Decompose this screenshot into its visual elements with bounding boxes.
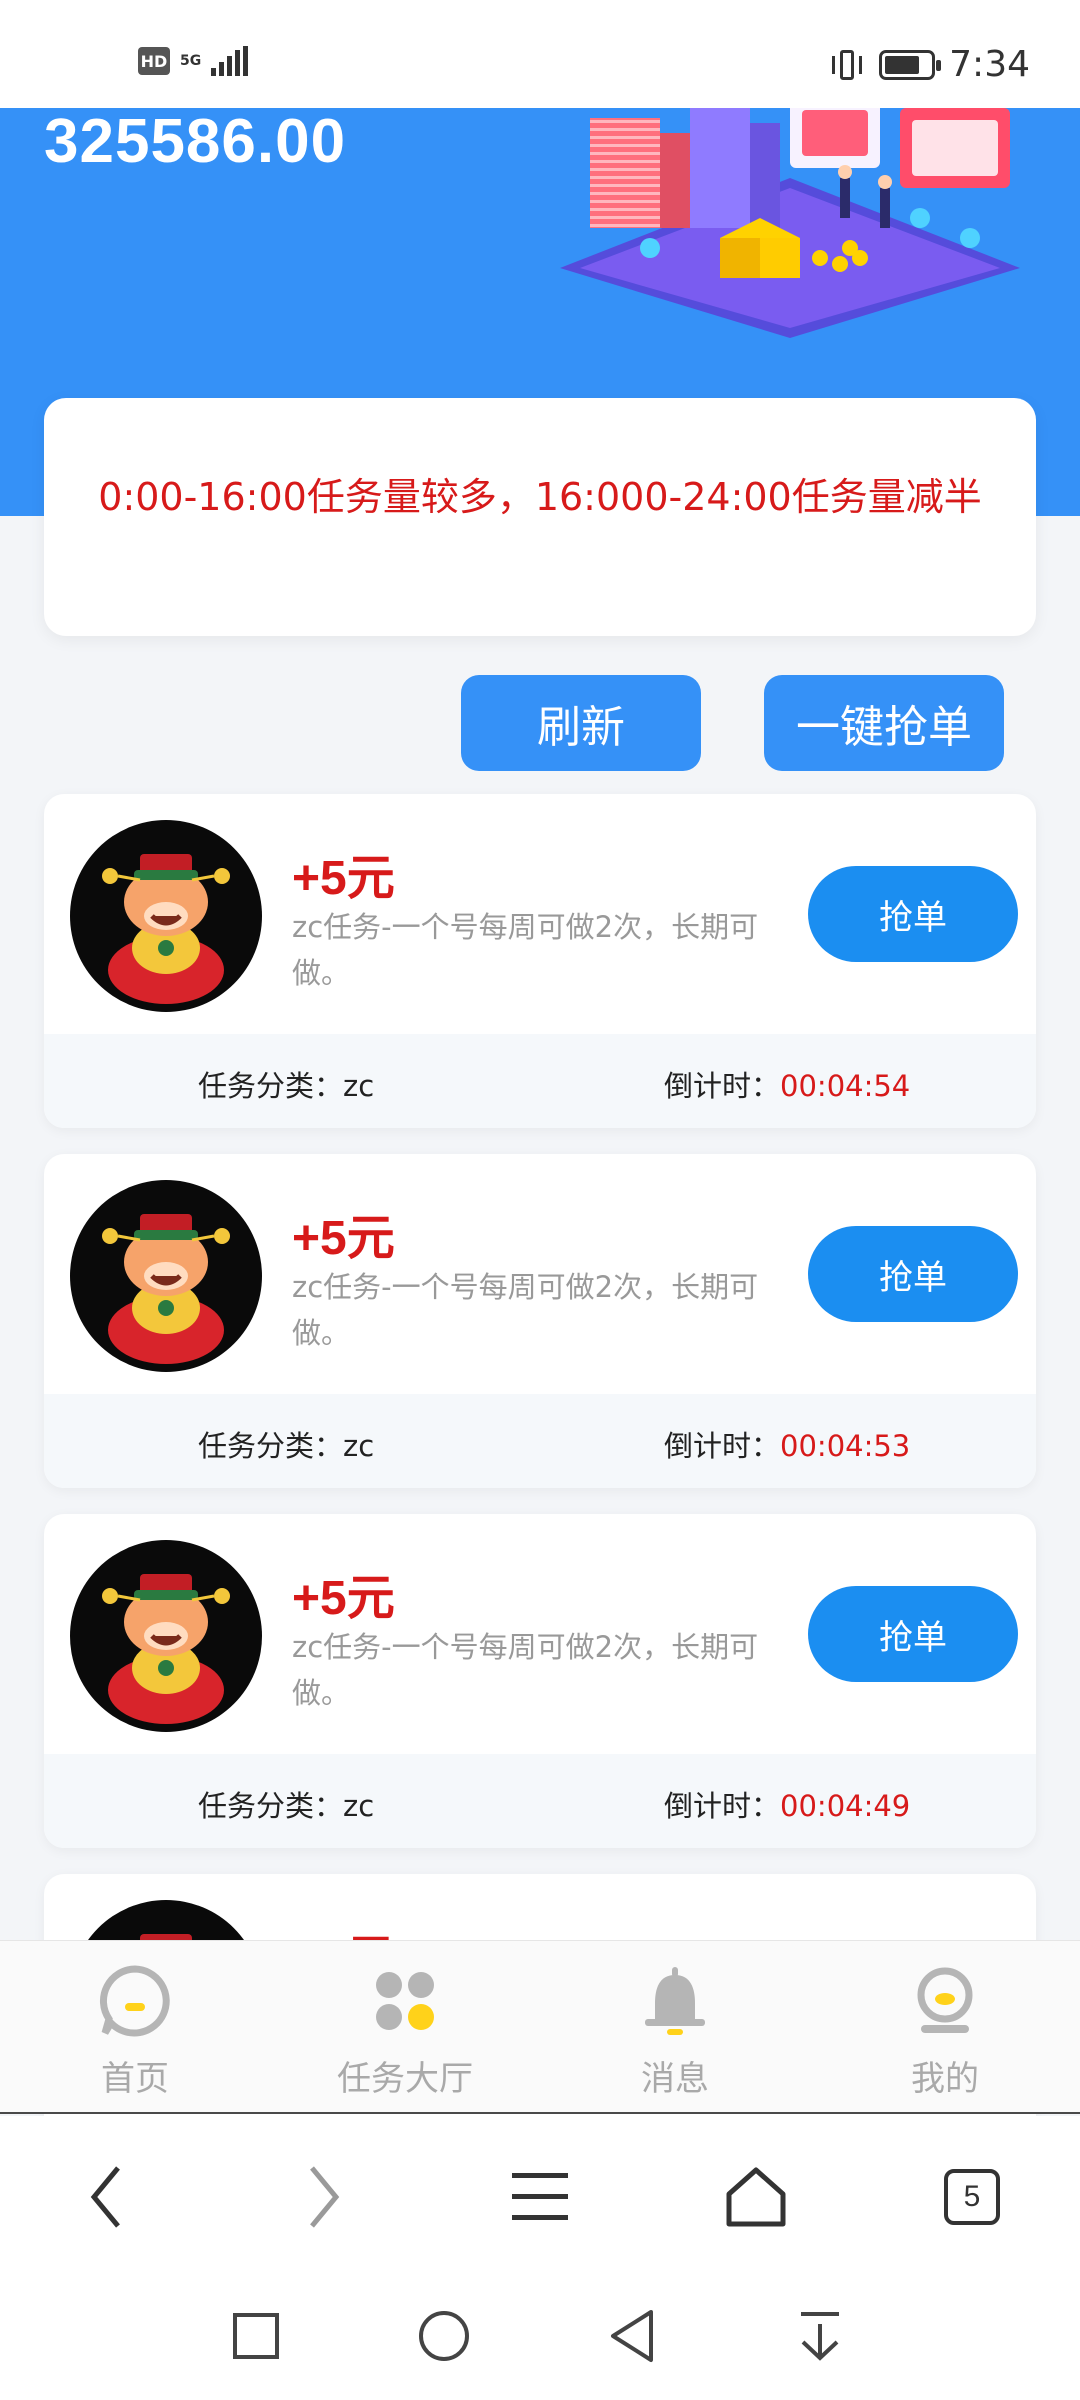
chevron-right-icon: [310, 2166, 340, 2228]
menu-button[interactable]: [500, 2162, 580, 2232]
task-reward: +5元: [292, 1212, 395, 1265]
task-avatar: [70, 1180, 262, 1372]
task-countdown: 倒计时：00:04:53: [664, 1423, 910, 1465]
tab-count-badge: 5: [944, 2169, 1000, 2225]
category-value: zc: [343, 1789, 375, 1823]
tab-messages[interactable]: 消息: [575, 1963, 775, 2100]
system-back-button[interactable]: [600, 2304, 664, 2368]
home-button[interactable]: [716, 2162, 796, 2232]
category-value: zc: [343, 1429, 375, 1463]
task-reward: +5元: [292, 1572, 395, 1625]
notice-text: 0:00-16:00任务量较多，16:000-24:00任务量减半: [98, 475, 982, 519]
system-home-button[interactable]: [412, 2304, 476, 2368]
category-label: 任务分类：: [198, 1429, 344, 1463]
triangle-back-icon: [611, 2310, 653, 2362]
refresh-button[interactable]: 刷新: [461, 675, 701, 771]
chevron-left-icon: [90, 2166, 120, 2228]
grab-task-button[interactable]: 抢单: [808, 1226, 1018, 1322]
task-avatar: [70, 820, 262, 1012]
tab-profile[interactable]: 我的: [845, 1963, 1045, 2100]
ox-mascot-icon: [102, 1214, 230, 1364]
countdown-value: 00:04:54: [780, 1069, 911, 1103]
category-label: 任务分类：: [198, 1069, 344, 1103]
task-card-footer: 任务分类：zc 倒计时：00:04:49: [44, 1754, 1036, 1848]
bottom-tab-bar: 首页 任务大厅 消息 我的: [0, 1940, 1080, 2114]
signal-icon: [211, 46, 249, 76]
task-countdown: 倒计时：00:04:49: [664, 1783, 910, 1825]
task-card-top: +5元 zc任务-一个号每周可做2次，长期可做。 抢单: [44, 1514, 1036, 1754]
countdown-label: 倒计时：: [664, 1429, 781, 1463]
tab-label: 我的: [911, 2059, 979, 2099]
system-navigation-bar: [0, 2276, 1080, 2400]
clock: 7:34: [949, 44, 1030, 85]
task-description: zc任务-一个号每周可做2次，长期可做。: [292, 1270, 759, 1350]
task-description: zc任务-一个号每周可做2次，长期可做。: [292, 910, 759, 990]
square-icon: [233, 2313, 279, 2359]
pulldown-icon: [801, 2312, 839, 2361]
countdown-label: 倒计时：: [664, 1069, 781, 1103]
status-left: HD 5G: [138, 46, 249, 76]
balance-amount: 325586.00: [44, 108, 347, 176]
task-card: +5元 zc任务-一个号每周可做2次，长期可做。 抢单 任务分类：zc 倒计时：…: [44, 1154, 1036, 1488]
countdown-value: 00:04:49: [780, 1789, 911, 1823]
back-button[interactable]: [66, 2162, 146, 2232]
task-countdown: 倒计时：00:04:54: [664, 1063, 910, 1105]
task-card-top: +5元 zc任务-一个号每周可做2次，长期可做。 抢单: [44, 1154, 1036, 1394]
ox-mascot-icon: [102, 854, 230, 1004]
battery-icon: [879, 49, 942, 80]
task-category: 任务分类：zc: [198, 1063, 374, 1105]
tab-label: 消息: [641, 2059, 709, 2099]
task-card: +5元 zc任务-一个号每周可做2次，长期可做。 抢单 任务分类：zc 倒计时：…: [44, 794, 1036, 1128]
tab-label: 任务大厅: [337, 2059, 473, 2099]
status-right: 7:34: [829, 44, 1030, 85]
profile-icon: [907, 1963, 983, 2039]
countdown-value: 00:04:53: [780, 1429, 911, 1463]
forward-button[interactable]: [284, 2162, 364, 2232]
network-type: 5G: [180, 53, 202, 69]
task-card-footer: 任务分类：zc 倒计时：00:04:53: [44, 1394, 1036, 1488]
tab-task-hall[interactable]: 任务大厅: [305, 1963, 505, 2100]
status-bar: HD 5G 7:34: [0, 0, 1080, 108]
task-card: +5元 zc任务-一个号每周可做2次，长期可做。 抢单 任务分类：zc 倒计时：…: [44, 1514, 1036, 1848]
task-avatar: [70, 1540, 262, 1732]
hamburger-icon: [512, 2173, 568, 2220]
hd-badge: HD: [138, 47, 170, 75]
recent-apps-button[interactable]: [224, 2304, 288, 2368]
task-reward: +5元: [292, 852, 395, 905]
tabs-button[interactable]: 5: [932, 2162, 1012, 2232]
circle-icon: [419, 2311, 469, 2361]
browser-toolbar: 5: [0, 2116, 1080, 2276]
home-icon: [726, 2167, 786, 2227]
vibrate-icon: [829, 48, 865, 82]
bell-icon: [637, 1963, 713, 2039]
tab-home[interactable]: 首页: [35, 1963, 235, 2100]
city-illustration: [560, 108, 1020, 338]
task-category: 任务分类：zc: [198, 1783, 374, 1825]
home-chat-icon: [97, 1963, 173, 2039]
grab-task-button[interactable]: 抢单: [808, 866, 1018, 962]
grab-task-button[interactable]: 抢单: [808, 1586, 1018, 1682]
grab-all-button[interactable]: 一键抢单: [764, 675, 1004, 771]
notification-pulldown-button[interactable]: [788, 2304, 852, 2368]
task-description: zc任务-一个号每周可做2次，长期可做。: [292, 1630, 759, 1710]
category-value: zc: [343, 1069, 375, 1103]
task-category: 任务分类：zc: [198, 1423, 374, 1465]
notice-card: 0:00-16:00任务量较多，16:000-24:00任务量减半: [44, 398, 1036, 636]
task-card-top: +5元 zc任务-一个号每周可做2次，长期可做。 抢单: [44, 794, 1036, 1034]
task-card-footer: 任务分类：zc 倒计时：00:04:54: [44, 1034, 1036, 1128]
category-label: 任务分类：: [198, 1789, 344, 1823]
countdown-label: 倒计时：: [664, 1789, 781, 1823]
dots-grid-icon: [367, 1963, 443, 2039]
tab-label: 首页: [101, 2059, 169, 2099]
ox-mascot-icon: [102, 1574, 230, 1724]
